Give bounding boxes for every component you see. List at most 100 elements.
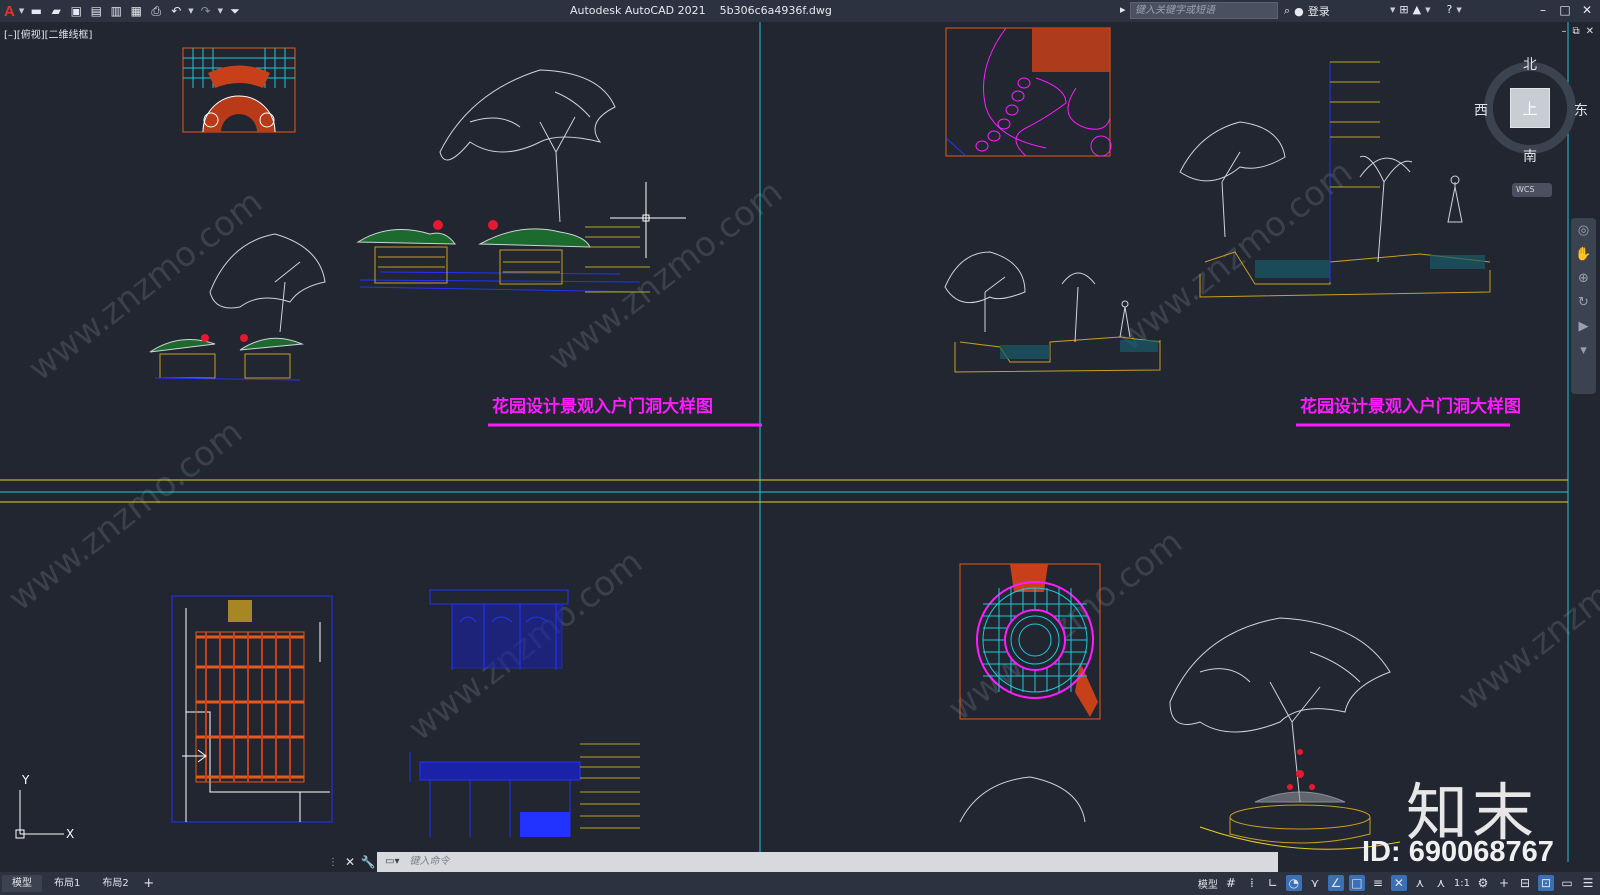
nav-settings-icon[interactable]: ▾ (1571, 338, 1596, 362)
object-snap-icon[interactable]: □ (1348, 875, 1365, 891)
clean-screen-icon[interactable]: ▭ (1559, 875, 1575, 891)
command-line-close-icon[interactable]: ✕ (341, 855, 359, 869)
compass-north[interactable]: 北 (1523, 54, 1537, 74)
layout-tab-layout1[interactable]: 布局1 (44, 875, 90, 892)
help-icon[interactable]: ? (1446, 3, 1452, 16)
ucs-y-label: Y (21, 773, 30, 787)
publish-icon[interactable]: ▥ (108, 3, 124, 19)
autoscale-icon[interactable]: ⋏ (1412, 875, 1428, 891)
compass-west[interactable]: 西 (1474, 100, 1488, 120)
steering-wheel-icon[interactable]: ◎ (1571, 218, 1596, 242)
orbit-icon[interactable]: ↻ (1571, 290, 1596, 314)
autocad-window: A ▼ ▬ ▰ ▣ ▤ ▥ ▦ ⎙ ↶ ▼ ↷ ▼ ⏷ Autodesk Aut… (0, 0, 1600, 895)
caption-left[interactable]: 花园设计景观入户门洞大样图 (492, 396, 713, 417)
model-space-toggle[interactable]: 模型 (1198, 876, 1218, 891)
quick-properties-icon[interactable]: ⊡ (1538, 875, 1554, 891)
add-layout-button[interactable]: + (139, 876, 159, 891)
search-icon[interactable]: ⌕ (1284, 4, 1290, 18)
help-dropdown-icon[interactable]: ▼ (1456, 6, 1461, 14)
layout-tab-layout2[interactable]: 布局2 (92, 875, 138, 892)
command-line-grip-icon[interactable]: ⋮ (325, 857, 341, 868)
tree-elevation-large[interactable] (439, 69, 616, 223)
undo-icon[interactable]: ↶ (168, 3, 184, 19)
caption-right[interactable]: 花园设计景观入户门洞大样图 (1300, 396, 1521, 417)
annotation-scale[interactable]: 1:1 (1454, 878, 1470, 889)
lineweight-icon[interactable]: ≡ (1370, 875, 1386, 891)
customize-toolbar-icon[interactable]: ⏷ (227, 3, 243, 19)
ucs-icon: Y X (15, 773, 74, 841)
compass-east[interactable]: 东 (1574, 100, 1588, 120)
app-menu-dropdown-icon[interactable]: ▼ (19, 7, 24, 15)
new-file-icon[interactable]: ▬ (28, 3, 44, 19)
minimize-icon[interactable]: – (1534, 3, 1552, 17)
grid-icon[interactable]: # (1223, 875, 1239, 891)
planter-elevation[interactable] (356, 220, 641, 293)
pan-icon[interactable]: ✋ (1571, 242, 1596, 266)
toolbar-right: ▼ ⊞ ▲ ▼ ? ▼ (1390, 3, 1462, 16)
cart-icon[interactable]: ⊞ (1399, 3, 1408, 16)
undo-dropdown-icon[interactable]: ▼ (188, 7, 193, 15)
layout-tab-model[interactable]: 模型 (2, 875, 42, 892)
search-expand-icon[interactable]: ▸ (1120, 3, 1126, 16)
customization-menu-icon[interactable]: ☰ (1580, 875, 1596, 891)
pond-section-small[interactable] (944, 251, 1161, 373)
status-bar: 模型 布局1 布局2 + 模型 # ⁞ ∟ ◔ ⋎ ∠ □ ≡ ✕ ⋏ ⋏ 1:… (0, 872, 1600, 895)
units-icon[interactable]: ⊟ (1517, 875, 1533, 891)
watermark-text: www.znzmo.com (21, 182, 270, 389)
status-toggles: 模型 # ⁞ ∟ ◔ ⋎ ∠ □ ≡ ✕ ⋏ ⋏ 1:1 ⚙ + ⊟ ⊡ ▭ ☰ (1198, 875, 1596, 891)
command-customize-icon[interactable]: 🔧 (359, 855, 377, 869)
a360-dropdown-icon[interactable]: ▼ (1425, 6, 1430, 14)
settings-gear-icon[interactable]: ⚙ (1475, 875, 1491, 891)
object-snap-tracking-icon[interactable]: ∠ (1327, 875, 1344, 891)
brand-id: ID: 690068767 (1362, 836, 1554, 868)
login-link[interactable]: 登录 (1308, 3, 1330, 19)
quick-access-toolbar: A ▼ ▬ ▰ ▣ ▤ ▥ ▦ ⎙ ↶ ▼ ↷ ▼ ⏷ (0, 3, 243, 20)
save-icon[interactable]: ▣ (68, 3, 84, 19)
pergola-elevation-bottom[interactable] (409, 743, 640, 837)
ortho-icon[interactable]: ∟ (1265, 875, 1281, 891)
user-icon[interactable]: ● (1294, 5, 1304, 18)
print-icon[interactable]: ⎙ (148, 3, 164, 19)
viewcube-top-face[interactable]: 上 (1510, 88, 1550, 128)
search-input[interactable]: 键入关键字或短语 (1130, 2, 1278, 19)
window-title: Autodesk AutoCAD 2021 5b306c6a4936f.dwg (570, 4, 832, 17)
watermark-text: www.znzmo.com (1111, 152, 1360, 359)
snap-icon[interactable]: ⁞ (1244, 875, 1260, 891)
drawing-area[interactable]: www.znzmo.com www.znzmo.com www.znzmo.co… (0, 22, 1600, 872)
round-planter-elevation[interactable] (1199, 749, 1401, 850)
compass-south[interactable]: 南 (1523, 146, 1537, 166)
navigation-bar: ◎ ✋ ⊕ ↻ ▶ ▾ (1571, 218, 1596, 394)
a360-icon[interactable]: ▲ (1413, 3, 1421, 16)
viewcube[interactable]: 上 北 南 西 东 (1474, 57, 1588, 165)
command-line: ⋮ ✕ 🔧 ▭▾ 键入命令 (325, 852, 1278, 872)
command-input[interactable]: ▭▾ 键入命令 (377, 852, 1278, 872)
command-placeholder: 键入命令 (409, 856, 450, 867)
app-menu-button[interactable]: A (4, 3, 15, 20)
gate-plan-detail[interactable] (182, 47, 296, 133)
pond-plan-detail[interactable] (945, 27, 1112, 157)
watermark-text: www.znzmo.com (541, 172, 790, 379)
watermark-layer: www.znzmo.com www.znzmo.com www.znzmo.co… (1, 152, 1600, 749)
add-icon[interactable]: + (1496, 875, 1512, 891)
login-dropdown-icon[interactable]: ▼ (1390, 6, 1395, 14)
wcs-menu[interactable]: WCS (1512, 183, 1552, 197)
open-folder-icon[interactable]: ▰ (48, 3, 64, 19)
redo-icon[interactable]: ↷ (198, 3, 214, 19)
ucs-x-label: X (66, 827, 74, 841)
isometric-icon[interactable]: ⋎ (1307, 875, 1323, 891)
pergola-plan-detail[interactable] (171, 595, 333, 823)
zoom-extents-icon[interactable]: ⊕ (1571, 266, 1596, 290)
showmotion-icon[interactable]: ▶ (1571, 314, 1596, 338)
annotation-scale-icon[interactable]: ⋏ (1433, 875, 1449, 891)
account-area: ⌕ ● 登录 (1284, 3, 1330, 19)
annotation-visibility-icon[interactable]: ✕ (1390, 875, 1407, 891)
save-as-icon[interactable]: ▤ (88, 3, 104, 19)
plot-preview-icon[interactable]: ▦ (128, 3, 144, 19)
polar-tracking-icon[interactable]: ◔ (1285, 875, 1302, 891)
redo-dropdown-icon[interactable]: ▼ (218, 7, 223, 15)
close-icon[interactable]: ✕ (1578, 3, 1596, 17)
title-bar: A ▼ ▬ ▰ ▣ ▤ ▥ ▦ ⎙ ↶ ▼ ↷ ▼ ⏷ Autodesk Aut… (0, 0, 1600, 22)
maximize-icon[interactable]: □ (1556, 3, 1574, 17)
watermark-text: www.znzmo.com (1451, 512, 1600, 719)
recent-commands-icon[interactable]: ▭▾ (385, 852, 399, 872)
